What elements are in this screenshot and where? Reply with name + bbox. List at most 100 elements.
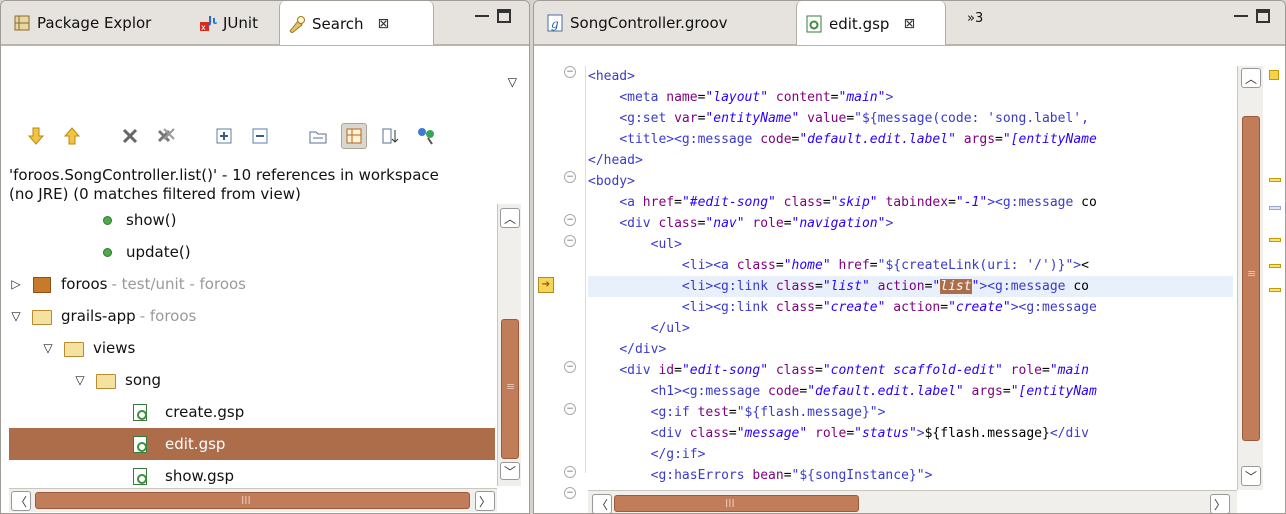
scroll-down-icon[interactable]: ﹀ xyxy=(1241,466,1261,486)
code-editor[interactable]: <head> <meta name="layout" content="main… xyxy=(588,66,1233,513)
tab-junit[interactable]: xJu JUnit xyxy=(191,1,276,45)
expanded-twisty-icon[interactable]: ▽ xyxy=(9,309,23,323)
tree-item[interactable]: show.gsp xyxy=(9,460,495,486)
scroll-left-icon[interactable]: 〈 xyxy=(11,491,31,511)
previous-match-button[interactable] xyxy=(59,123,85,149)
editor-panel: g SongController.groov edit.gsp ⊠ »3 − −… xyxy=(533,0,1286,514)
more-tabs-button[interactable]: »3 xyxy=(959,1,999,45)
code-line[interactable]: <g:set var="entityName" value="${message… xyxy=(588,108,1233,129)
fold-collapse-icon[interactable]: − xyxy=(564,235,576,247)
fold-collapse-icon[interactable]: − xyxy=(564,361,576,373)
code-line[interactable]: <title><g:message code="default.edit.lab… xyxy=(588,129,1233,150)
collapse-all-button[interactable] xyxy=(247,123,273,149)
gsp-file-icon xyxy=(805,15,823,33)
code-line[interactable]: </div> xyxy=(588,339,1233,360)
tree-item-label: show() xyxy=(126,211,177,229)
code-line[interactable]: </g:if> xyxy=(588,444,1233,465)
show-previous-searches-button[interactable] xyxy=(413,123,439,149)
junit-icon: xJu xyxy=(199,14,220,32)
fold-collapse-icon[interactable]: − xyxy=(564,214,576,226)
maximize-icon[interactable] xyxy=(497,9,511,23)
tree-item[interactable]: create.gsp xyxy=(9,396,495,428)
tree-item[interactable]: ▽ song xyxy=(9,364,495,396)
remove-all-matches-button[interactable] xyxy=(153,123,179,149)
results-horizontal-scrollbar[interactable]: 〈 III 〉 xyxy=(9,488,497,512)
collapsed-twisty-icon[interactable]: ▷ xyxy=(9,277,23,291)
expanded-twisty-icon[interactable]: ▽ xyxy=(41,341,55,355)
show-as-list-button[interactable] xyxy=(341,123,367,149)
code-line[interactable]: <body> xyxy=(588,171,1233,192)
tree-item[interactable]: ▽ views xyxy=(9,332,495,364)
results-vertical-scroll-thumb[interactable]: ≡ xyxy=(501,319,519,459)
expand-all-icon xyxy=(216,128,232,144)
code-line[interactable]: </ul> xyxy=(588,318,1233,339)
code-line[interactable]: <li><g:link class="create" action="creat… xyxy=(588,297,1233,318)
tree-item[interactable]: update() xyxy=(9,236,495,268)
code-line[interactable]: <g:hasErrors bean="${songInstance}"> xyxy=(588,465,1233,486)
scroll-left-icon[interactable]: 〈 xyxy=(592,494,612,513)
tree-item-decoration: - foroos xyxy=(139,307,197,325)
tree-item[interactable]: ▷ foroos - test/unit - foroos xyxy=(9,268,495,300)
tab-search-label: Search xyxy=(312,14,364,33)
occurrence-marker[interactable] xyxy=(1269,178,1281,182)
scroll-up-icon[interactable]: ︿ xyxy=(1241,68,1261,88)
code-line[interactable]: <g:if test="${flash.message}"> xyxy=(588,402,1233,423)
code-line[interactable]: <a href="#edit-song" class="skip" tabind… xyxy=(588,192,1233,213)
scroll-down-icon[interactable]: ﹀ xyxy=(500,462,520,480)
code-line[interactable]: <div class="message" role="status">${fla… xyxy=(588,423,1233,444)
tree-item-decoration: - test/unit - foroos xyxy=(111,275,246,293)
scroll-right-icon[interactable]: 〉 xyxy=(1210,494,1230,513)
tab-search[interactable]: Search ⊠ xyxy=(279,1,434,46)
scroll-grip: ≡ xyxy=(506,380,516,393)
editor-horizontal-scrollbar[interactable]: 〈 III 〉 xyxy=(588,490,1237,513)
code-line[interactable]: <div id="edit-song" class="content scaff… xyxy=(588,360,1233,381)
next-match-button[interactable] xyxy=(23,123,49,149)
view-menu-chevron-icon[interactable]: ▽ xyxy=(508,75,517,89)
close-tab-icon[interactable]: ⊠ xyxy=(378,16,390,32)
editor-horizontal-scroll-thumb[interactable]: III xyxy=(614,495,859,512)
fold-collapse-icon[interactable]: − xyxy=(564,403,576,415)
code-line[interactable]: </head> xyxy=(588,150,1233,171)
package-icon xyxy=(31,275,53,293)
tree-item-label: update() xyxy=(126,243,191,261)
tree-item[interactable]: edit.gsp xyxy=(9,428,495,460)
remove-selected-matches-button[interactable] xyxy=(117,123,143,149)
close-tab-icon[interactable]: ⊠ xyxy=(903,16,915,32)
tab-edit-gsp[interactable]: edit.gsp ⊠ xyxy=(796,1,946,46)
code-line[interactable]: <ul> xyxy=(588,234,1233,255)
search-toolbar xyxy=(23,123,439,149)
tree-item[interactable]: show() xyxy=(9,204,495,236)
minimize-icon[interactable] xyxy=(1234,11,1248,17)
maximize-icon[interactable] xyxy=(1256,9,1270,23)
code-line[interactable]: <head> xyxy=(588,66,1233,87)
svg-text:x: x xyxy=(201,23,206,32)
occurrence-marker[interactable] xyxy=(1269,264,1281,268)
minimize-icon[interactable] xyxy=(475,11,489,17)
fold-collapse-icon[interactable]: − xyxy=(564,66,576,78)
scroll-right-icon[interactable]: 〉 xyxy=(475,491,495,511)
sort-button[interactable] xyxy=(377,123,403,149)
expand-all-button[interactable] xyxy=(211,123,237,149)
search-results-tree: show() update() ▷ foroos - test/unit - foroo… xyxy=(9,204,495,486)
code-line[interactable]: <li><a class="home" href="${createLink(u… xyxy=(588,255,1233,276)
fold-collapse-icon[interactable]: − xyxy=(564,171,576,183)
results-horizontal-scroll-thumb[interactable]: III xyxy=(35,492,470,509)
editor-vertical-scroll-thumb[interactable]: ≡ xyxy=(1242,116,1260,441)
code-line[interactable]: <meta name="layout" content="main"> xyxy=(588,87,1233,108)
occurrence-marker[interactable] xyxy=(1269,288,1281,292)
tree-item[interactable]: ▽ grails-app - foroos xyxy=(9,300,495,332)
code-line[interactable]: <div class="nav" role="navigation"> xyxy=(588,213,1233,234)
code-line[interactable]: <h1><g:message code="default.edit.label"… xyxy=(588,381,1233,402)
editor-vertical-scrollbar[interactable]: ︿ ≡ ﹀ xyxy=(1237,66,1263,490)
fold-collapse-icon[interactable]: − xyxy=(564,487,576,499)
tab-songcontroller[interactable]: g SongController.groov xyxy=(538,1,788,45)
tab-package-explorer[interactable]: Package Explor xyxy=(5,1,185,45)
code-line[interactable]: <li><g:link class="list" action="list"><… xyxy=(588,276,1233,297)
occurrence-marker[interactable] xyxy=(1269,238,1281,242)
results-vertical-scrollbar[interactable]: ︿ ≡ ﹀ xyxy=(497,204,521,486)
expanded-twisty-icon[interactable]: ▽ xyxy=(73,373,87,387)
scroll-up-icon[interactable]: ︿ xyxy=(500,208,520,228)
occurrence-marker[interactable] xyxy=(1269,206,1281,210)
show-as-tree-button[interactable] xyxy=(305,123,331,149)
fold-collapse-icon[interactable]: − xyxy=(564,466,576,478)
